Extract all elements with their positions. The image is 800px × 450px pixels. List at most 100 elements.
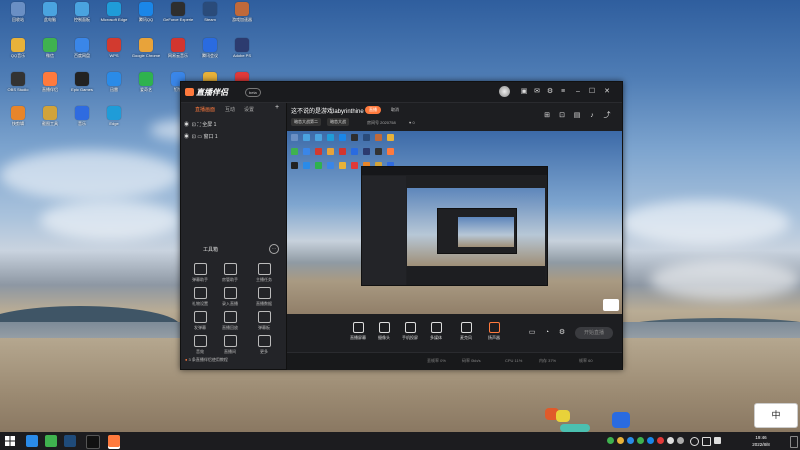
source-button[interactable]: 手机投屏 [399,322,421,341]
tray-icon[interactable] [667,437,674,444]
avatar[interactable] [499,86,510,97]
tool-button[interactable]: 录入直播 [215,287,245,307]
tray-icon[interactable] [637,437,644,444]
network-icon[interactable] [690,437,699,446]
tool-button[interactable]: 弹幕助手 [185,263,215,283]
desktop-icon[interactable]: Steam [195,2,225,22]
tray-icon[interactable] [627,437,634,444]
desktop-icon[interactable]: Google Chrome [131,38,161,58]
tray-icon[interactable] [607,437,614,444]
tool-button[interactable]: 弹幕板 [249,311,279,331]
lock-icon[interactable]: ⊡ [557,111,567,121]
desktop-icon[interactable]: 腾讯会议 [195,38,225,58]
desktop-icon[interactable]: GeForce Experience [163,2,193,22]
taskbar-app-icon[interactable] [45,435,57,447]
gear-icon[interactable]: ⚙ [557,328,567,338]
timer-icon[interactable]: ◔ [542,328,552,338]
add-scene-icon[interactable]: + [275,104,279,111]
tool-button[interactable]: 主播任务 [249,263,279,283]
scene-item[interactable]: ◉ ⊡ ⛶ 全屏 1 [184,120,282,130]
tool-button[interactable]: 发弹幕 [185,311,215,331]
desktop-icon[interactable]: 回收站 [3,2,33,22]
tab-live-screen[interactable]: 直播画面 [195,106,215,113]
tray-icon[interactable] [647,437,654,444]
desktop-icon[interactable]: Microsoft Edge [99,2,129,22]
desktop-icon[interactable]: 快剪辑 [3,106,33,126]
start-live-button[interactable]: 开始直播 [575,327,613,339]
title-bar[interactable]: 直播伴侣 beta ▣ ✉ ⚙ ≡ – ☐ ✕ [181,82,622,103]
tray-icon[interactable] [677,437,684,444]
desktop-icon[interactable]: 腾讯QQ [131,2,161,22]
taskbar-app-icon[interactable] [26,435,38,447]
share-icon[interactable]: ⤴ [602,111,612,121]
minimize-icon[interactable]: – [573,87,583,97]
tool-button[interactable]: 礼物设置 [185,287,215,307]
scene-item[interactable]: ◉ ⊡ ▭ 窗口 1 [184,132,282,142]
tab-settings[interactable]: 设置 [244,106,254,113]
bell-icon[interactable]: ♪ [587,111,597,121]
tutorial-hint[interactable]: ● 3 条直播伴侣使用教程 [185,357,228,363]
desktop-icon[interactable]: WPS [99,38,129,58]
ime-icon[interactable] [714,437,721,444]
desktop-icon[interactable]: 音乐 [67,106,97,126]
taskbar-app-icon[interactable] [86,435,100,449]
desktop-icon[interactable]: Edge [99,106,129,126]
room-tag[interactable]: 暗恋大战 [327,118,349,126]
close-icon[interactable]: ✕ [602,87,612,97]
live-companion-taskbar-icon[interactable] [108,435,120,447]
eye-icon[interactable]: ◉ [184,122,189,128]
shop-icon[interactable]: ▤ [572,111,582,121]
room-tag[interactable]: 暗恋大战第二 [291,118,321,126]
desktop-icon[interactable]: 游戏加速器 [227,2,257,22]
lock-icon[interactable]: ⊡ [192,122,196,128]
cancel-link[interactable]: 取消 [391,107,399,113]
tool-button[interactable]: 更多 [249,335,279,355]
tool-button[interactable]: 直播间 [215,335,245,355]
live-companion-window[interactable]: 直播伴侣 beta ▣ ✉ ⚙ ≡ – ☐ ✕ 直播画面 互动 设置 + ◉ ⊡… [180,81,623,370]
steam-icon[interactable] [64,435,76,447]
lock-icon[interactable]: ⊡ [192,134,196,140]
desktop-icon[interactable]: 微信 [35,38,65,58]
gift-icon[interactable]: ▣ [519,87,529,97]
ime-status-box[interactable]: 中 [754,403,798,428]
source-button[interactable]: 多媒体 [425,322,447,341]
desktop-icon[interactable]: 控制面板 [67,2,97,22]
live-status-pill[interactable]: 直播 [365,106,381,114]
desktop-icon[interactable]: 直播伴侣 [35,72,65,92]
desktop-icon[interactable]: QQ音乐 [3,38,33,58]
source-button[interactable]: 扬声器 [483,322,505,341]
settings-icon[interactable]: ⚙ [545,87,555,97]
tray-icon[interactable] [617,437,624,444]
notification-icon[interactable] [790,436,798,448]
source-button[interactable]: 直播屏幕 [347,322,369,341]
volume-icon[interactable] [702,437,711,446]
camera-settings-icon[interactable]: ▭ [527,328,537,338]
windows-start-icon[interactable] [5,436,15,446]
message-icon[interactable]: ✉ [532,87,542,97]
gift-box-icon[interactable]: ⊞ [542,111,552,121]
desktop-icon[interactable]: 百度网盘 [67,38,97,58]
tool-button[interactable]: 直播数据 [249,287,279,307]
desktop-icon[interactable]: 此电脑 [35,2,65,22]
more-icon[interactable]: ··· [269,244,279,254]
room-title[interactable]: 这不说的是游戏labyrinthine [291,106,364,115]
source-button[interactable]: 麦克风 [455,322,477,341]
tab-interact[interactable]: 互动 [225,106,235,113]
desktop-icon[interactable]: 截图工具 [35,106,65,126]
tool-button[interactable]: 音效 [185,335,215,355]
tray-icon[interactable] [657,437,664,444]
desktop-icon[interactable]: Epic Games [67,72,97,92]
desktop-icon[interactable]: 迅雷 [99,72,129,92]
menu-icon[interactable]: ≡ [558,87,568,97]
tool-button[interactable]: 直播回放 [215,311,245,331]
clock[interactable]: 19:46 2022/8/8 [746,434,776,448]
tool-button[interactable]: 房管助手 [215,263,245,283]
source-button[interactable]: 摄像头 [373,322,395,341]
eye-icon[interactable]: ◉ [184,134,189,140]
live-preview[interactable] [287,131,622,314]
desktop-icon[interactable]: Adobe PS [227,38,257,58]
maximize-icon[interactable]: ☐ [587,87,597,97]
desktop-icon[interactable]: 网易云音乐 [163,38,193,58]
desktop-icon[interactable]: 爱奇艺 [131,72,161,92]
desktop-icon[interactable]: OBS Studio [3,72,33,92]
